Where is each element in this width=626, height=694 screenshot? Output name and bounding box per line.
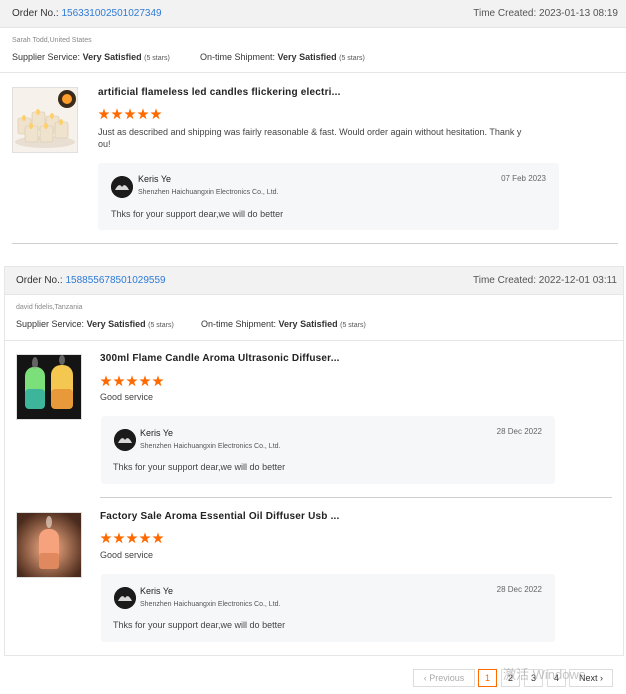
star-icon [113, 375, 125, 387]
star-icon [124, 108, 136, 120]
chevron-right-icon: › [600, 673, 604, 683]
product-image[interactable] [12, 87, 78, 153]
star-icon [111, 108, 123, 120]
previous-button[interactable]: ‹ Previous [413, 669, 475, 687]
time-created: Time Created: 2022-12-01 03:11 [473, 275, 617, 286]
star-icon [98, 108, 110, 120]
reply-date: 28 Dec 2022 [496, 427, 542, 436]
reply-name: Keris Ye [138, 174, 172, 184]
star-icon [100, 375, 112, 387]
star-icon [139, 532, 151, 544]
reply-text: Thks for your support dear,we will do be… [111, 209, 284, 219]
chevron-left-icon: ‹ [423, 673, 427, 683]
ontime-shipment-rating: On-time Shipment: Very Satisfied (5 star… [200, 52, 365, 62]
reply-text: Thks for your support dear,we will do be… [113, 462, 286, 472]
avatar [111, 176, 133, 198]
order-number-label: Order No.: 156331002501027349 [12, 8, 162, 19]
avatar [114, 587, 136, 609]
avatar-logo-icon [114, 429, 136, 451]
diffuser-image [17, 513, 81, 577]
star-icon [139, 375, 151, 387]
seller-reply: Keris Ye Shenzhen Haichuangxin Electroni… [101, 416, 555, 484]
supplier-service-rating: Supplier Service: Very Satisfied (5 star… [16, 319, 174, 329]
buyer-name: Sarah Todd,United States [12, 37, 92, 44]
review-comment: Good service [100, 550, 154, 560]
reply-date: 07 Feb 2023 [501, 174, 546, 183]
order-number-label: Order No.: 158855678501029559 [16, 275, 166, 286]
avatar-logo-icon [114, 587, 136, 609]
page-1-button[interactable]: 1 [478, 669, 497, 687]
review-comment: Just as described and shipping was fairl… [98, 127, 522, 149]
star-icon [126, 532, 138, 544]
star-rating [100, 374, 165, 387]
buyer-name: david fidelis,Tanzania [16, 304, 83, 311]
divider [5, 340, 623, 341]
ontime-shipment-rating: On-time Shipment: Very Satisfied (5 star… [201, 319, 366, 329]
star-icon [137, 108, 149, 120]
avatar [114, 429, 136, 451]
order-header: Order No.: 158855678501029559 Time Creat… [5, 267, 623, 295]
product-image[interactable] [16, 512, 82, 578]
star-icon [150, 108, 162, 120]
reply-company: Shenzhen Haichuangxin Electronics Co., L… [140, 443, 281, 450]
reply-text: Thks for your support dear,we will do be… [113, 620, 286, 630]
divider [12, 243, 618, 244]
diffuser-image [17, 355, 81, 419]
seller-reply: Keris Ye Shenzhen Haichuangxin Electroni… [98, 163, 559, 230]
order-number-link[interactable]: 156331002501027349 [61, 8, 161, 19]
time-created: Time Created: 2023-01-13 08:19 [473, 8, 618, 19]
avatar-logo-icon [111, 176, 133, 198]
reply-company: Shenzhen Haichuangxin Electronics Co., L… [138, 189, 279, 196]
product-image[interactable] [16, 354, 82, 420]
divider [100, 497, 612, 498]
star-icon [152, 532, 164, 544]
review-comment: Good service [100, 392, 154, 402]
windows-activation-watermark: 激活 Windows [503, 667, 586, 682]
reply-date: 28 Dec 2022 [496, 585, 542, 594]
reply-company: Shenzhen Haichuangxin Electronics Co., L… [140, 601, 281, 608]
star-icon [113, 532, 125, 544]
supplier-service-rating: Supplier Service: Very Satisfied (5 star… [12, 52, 170, 62]
star-icon [126, 375, 138, 387]
product-title[interactable]: Factory Sale Aroma Essential Oil Diffuse… [100, 511, 340, 522]
reply-name: Keris Ye [140, 428, 174, 438]
seller-reply: Keris Ye Shenzhen Haichuangxin Electroni… [101, 574, 555, 642]
reply-name: Keris Ye [140, 586, 174, 596]
candles-image [13, 88, 77, 152]
star-icon [152, 375, 164, 387]
order-header: Order No.: 156331002501027349 Time Creat… [0, 0, 626, 28]
star-rating [98, 107, 163, 120]
star-icon [100, 532, 112, 544]
product-title[interactable]: artificial flameless led candles flicker… [98, 87, 341, 98]
divider [0, 72, 626, 73]
order-number-link[interactable]: 158855678501029559 [65, 275, 165, 286]
product-title[interactable]: 300ml Flame Candle Aroma Ultrasonic Diff… [100, 353, 340, 364]
star-rating [100, 531, 165, 544]
